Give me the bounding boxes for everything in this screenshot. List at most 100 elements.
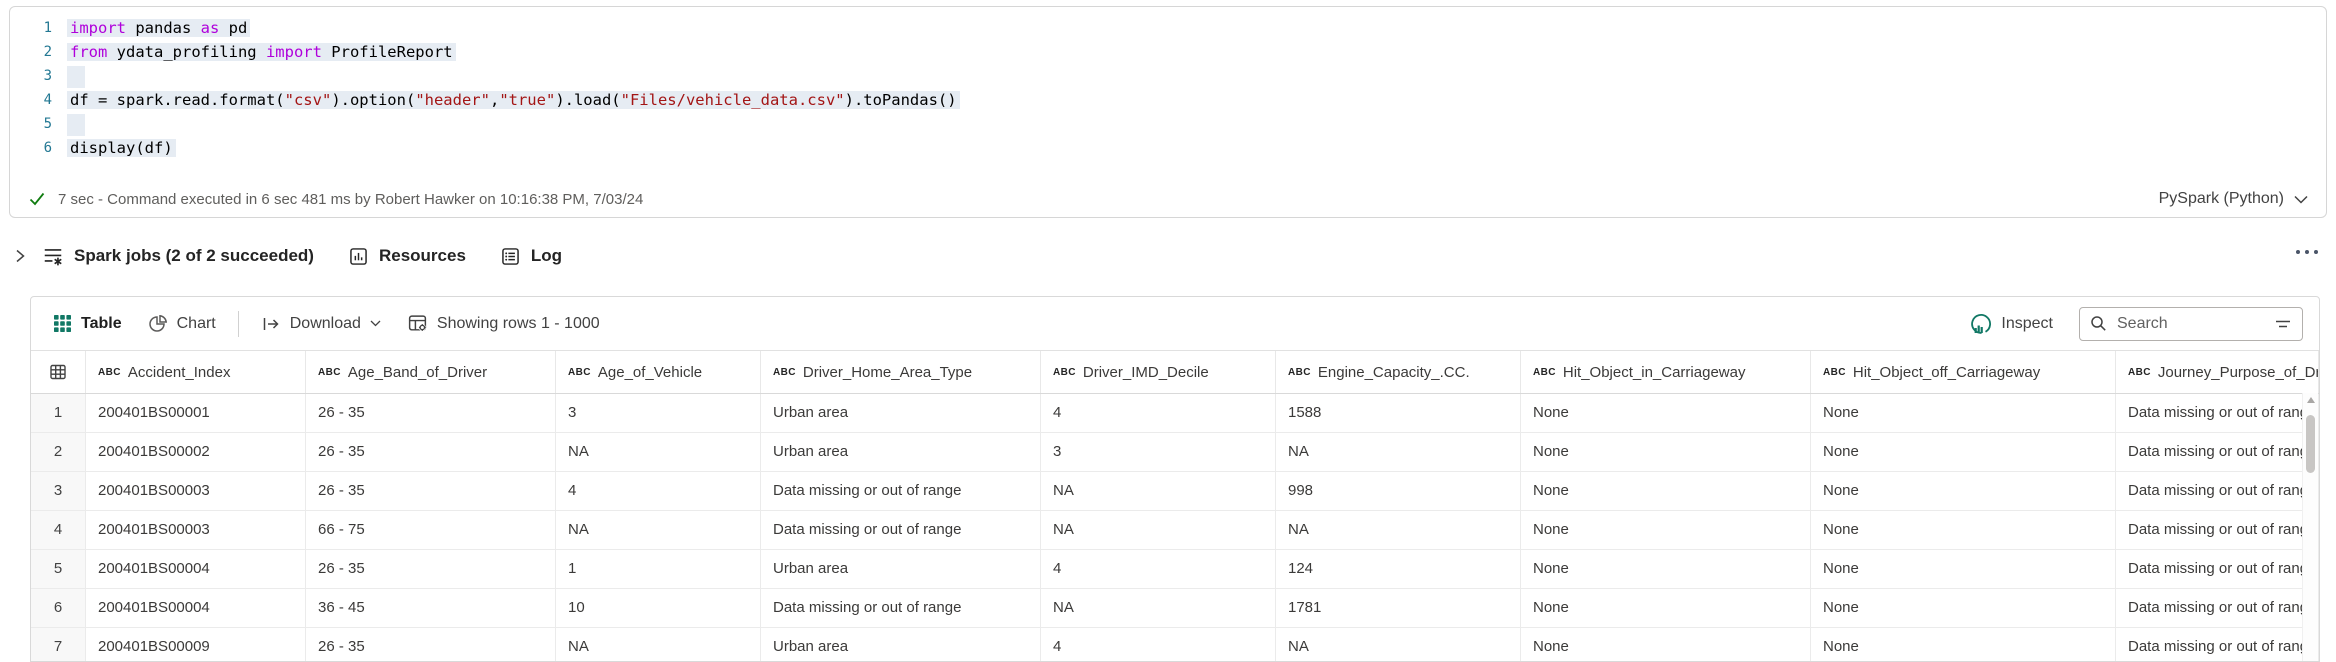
inspect-icon bbox=[1971, 313, 1992, 334]
code-text[interactable]: display(df) bbox=[67, 136, 176, 160]
column-header[interactable]: ABC Age_of_Vehicle bbox=[556, 351, 761, 393]
spark-jobs-toggle[interactable]: Spark jobs (2 of 2 succeeded) bbox=[42, 245, 314, 267]
line-number: 2 bbox=[43, 44, 52, 60]
notebook-code-cell: 1 import pandas as pd 2 from ydata_profilin… bbox=[9, 6, 2327, 218]
tab-table[interactable]: Table bbox=[53, 314, 122, 333]
code-text[interactable]: df = spark.read.format("csv").option("he… bbox=[67, 88, 960, 112]
execution-status-text: 7 sec - Command executed in 6 sec 481 ms… bbox=[58, 190, 644, 208]
column-name: Hit_Object_in_Carriageway bbox=[1562, 363, 1746, 381]
column-header[interactable]: ABC Hit_Object_off_Carriageway bbox=[1811, 351, 2116, 393]
language-selector[interactable]: PySpark (Python) bbox=[2159, 190, 2308, 208]
table-cell: None bbox=[1521, 511, 1811, 549]
pie-chart-icon bbox=[148, 314, 167, 332]
code-token: as bbox=[200, 19, 220, 37]
code-token: pd bbox=[219, 19, 248, 37]
code-line: 4 df = spark.read.format("csv").option("h… bbox=[10, 88, 2316, 112]
table-grid-green-icon bbox=[54, 315, 71, 332]
table-cell: Data missing or out of range bbox=[2116, 433, 2319, 471]
code-text[interactable]: from ydata_profiling import ProfileRepor… bbox=[67, 40, 456, 64]
code-line: 2 from ydata_profiling import ProfileRepo… bbox=[10, 40, 2316, 64]
toolbar-divider bbox=[237, 310, 239, 337]
column-type-abc-icon: ABC bbox=[568, 366, 591, 378]
table-cell: Data missing or out of range bbox=[2116, 394, 2319, 432]
code-token: , bbox=[489, 91, 500, 109]
column-name: Age_Band_of_Driver bbox=[347, 363, 488, 381]
table-cell: Urban area bbox=[761, 628, 1041, 661]
resources-toggle[interactable]: Resources bbox=[348, 246, 466, 267]
table-cell: 124 bbox=[1276, 550, 1521, 588]
code-token: pandas bbox=[126, 19, 201, 37]
inspect-button[interactable]: Inspect bbox=[1970, 313, 2053, 335]
resources-label: Resources bbox=[378, 246, 466, 265]
code-selection-highlight bbox=[67, 65, 85, 88]
toolbar-right: Inspect bbox=[1970, 306, 2303, 341]
column-name: Driver_IMD_Decile bbox=[1082, 363, 1209, 381]
chevron-down-icon bbox=[370, 320, 381, 327]
table-cell: Data missing or out of range bbox=[761, 472, 1041, 510]
search-icon bbox=[2091, 316, 2106, 331]
table-corner-cell[interactable] bbox=[31, 351, 86, 393]
showing-rows-indicator[interactable]: Showing rows 1 - 1000 bbox=[407, 313, 600, 334]
row-number: 5 bbox=[31, 550, 86, 588]
log-toggle[interactable]: Log bbox=[500, 246, 562, 267]
table-cell: 200401BS00003 bbox=[86, 511, 306, 549]
line-number: 1 bbox=[43, 20, 52, 36]
line-number: 3 bbox=[43, 68, 52, 84]
row-number: 2 bbox=[31, 433, 86, 471]
jobs-bar: Spark jobs (2 of 2 succeeded) Resources bbox=[0, 232, 2336, 280]
table-cell: None bbox=[1521, 550, 1811, 588]
table-cell: 10 bbox=[556, 589, 761, 627]
ellipsis-icon bbox=[2296, 250, 2300, 254]
column-header[interactable]: ABC Driver_IMD_Decile bbox=[1041, 351, 1276, 393]
cell-output-table-view: Table Chart Download Showing rows 1 - 10… bbox=[30, 296, 2320, 662]
execution-status: 7 sec - Command executed in 6 sec 481 ms… bbox=[28, 190, 643, 208]
inspect-label: Inspect bbox=[2001, 314, 2053, 332]
search-input[interactable] bbox=[2115, 313, 2266, 334]
code-selection-highlight: from ydata_profiling import ProfileRepor… bbox=[67, 43, 456, 61]
code-editor[interactable]: 1 import pandas as pd 2 from ydata_profilin… bbox=[10, 16, 2316, 160]
code-text[interactable] bbox=[67, 112, 85, 136]
table-cell: None bbox=[1811, 628, 2116, 661]
code-token: display(df) bbox=[70, 139, 173, 157]
column-type-abc-icon: ABC bbox=[318, 366, 341, 378]
vertical-scrollbar[interactable] bbox=[2302, 393, 2318, 661]
column-header[interactable]: ABC Accident_Index bbox=[86, 351, 306, 393]
column-type-abc-icon: ABC bbox=[98, 366, 121, 378]
table-cell: NA bbox=[1276, 511, 1521, 549]
tab-chart[interactable]: Chart bbox=[148, 314, 216, 334]
code-selection-highlight bbox=[67, 113, 85, 136]
table-row: 1 200401BS00001 26 - 35 3 Urban area 4 1588 Non… bbox=[31, 394, 2319, 433]
code-text[interactable]: import pandas as pd bbox=[67, 16, 251, 40]
column-header[interactable]: ABC Engine_Capacity_.CC. bbox=[1276, 351, 1521, 393]
column-header[interactable]: ABC Journey_Purpose_of_Driver bbox=[2116, 351, 2319, 393]
code-line: 6 display(df) bbox=[10, 136, 2316, 160]
scrollbar-thumb[interactable] bbox=[2306, 415, 2315, 473]
table-cell: 4 bbox=[1041, 550, 1276, 588]
spark-jobs-label: Spark jobs (2 of 2 succeeded) bbox=[74, 246, 314, 265]
language-label: PySpark (Python) bbox=[2158, 190, 2284, 207]
download-icon bbox=[263, 317, 279, 330]
chevron-down-icon bbox=[2294, 195, 2308, 204]
column-name: Driver_Home_Area_Type bbox=[802, 363, 973, 381]
column-header[interactable]: ABC Hit_Object_in_Carriageway bbox=[1521, 351, 1811, 393]
column-header[interactable]: ABC Driver_Home_Area_Type bbox=[761, 351, 1041, 393]
code-token: import bbox=[70, 19, 126, 37]
download-button[interactable]: Download bbox=[261, 314, 381, 334]
table-cell: 200401BS00001 bbox=[86, 394, 306, 432]
table-cell: Data missing or out of range bbox=[2116, 589, 2319, 627]
more-options-button[interactable] bbox=[2292, 246, 2322, 258]
code-text[interactable] bbox=[67, 64, 85, 88]
table-cell: None bbox=[1521, 628, 1811, 661]
table-cell: None bbox=[1521, 394, 1811, 432]
table-cell: NA bbox=[556, 511, 761, 549]
scroll-up-arrow-icon[interactable] bbox=[2306, 397, 2315, 403]
table-cell: NA bbox=[1041, 511, 1276, 549]
filter-icon[interactable] bbox=[2274, 316, 2292, 332]
column-header[interactable]: ABC Age_Band_of_Driver bbox=[306, 351, 556, 393]
column-type-abc-icon: ABC bbox=[1288, 366, 1311, 378]
chevron-right-icon[interactable] bbox=[14, 248, 26, 264]
table-row: 4 200401BS00003 66 - 75 NA Data missing or o… bbox=[31, 511, 2319, 550]
code-selection-highlight: display(df) bbox=[67, 139, 176, 157]
column-type-abc-icon: ABC bbox=[773, 366, 796, 378]
line-number: 5 bbox=[43, 116, 52, 132]
